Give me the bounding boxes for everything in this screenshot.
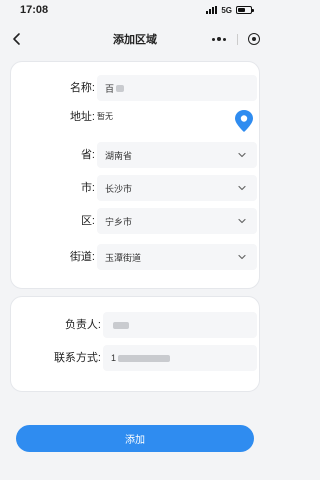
address-label: 地址: <box>69 111 95 123</box>
province-row: 省: 湖南省 <box>11 142 261 168</box>
district-row: 区: 宁乡市 <box>11 208 261 234</box>
city-select[interactable]: 长沙市 <box>97 175 257 201</box>
province-value: 湖南省 <box>105 150 133 161</box>
address-card: 名称: 百 地址: 暂无 省: 湖南省 市: 长沙市 区: 宁乡市 街道: 玉潭… <box>10 61 260 289</box>
contact-card: 负责人: 联系方式: 1 <box>10 296 260 392</box>
phone-label: 联系方式: <box>53 352 101 364</box>
phone-blur <box>118 354 171 362</box>
phone-value-masked: 1 <box>111 353 171 363</box>
phone-input[interactable]: 1 <box>103 345 257 371</box>
close-target-icon[interactable] <box>248 33 260 45</box>
capsule-divider <box>236 33 238 45</box>
status-time: 17:08 <box>20 4 49 16</box>
street-value: 玉潭街道 <box>105 252 142 263</box>
network-type: 5G <box>221 5 232 15</box>
add-button[interactable]: 添加 <box>16 425 254 452</box>
person-label: 负责人: <box>64 319 101 331</box>
district-label: 区: <box>80 215 95 227</box>
person-blur <box>113 321 129 329</box>
person-input[interactable] <box>103 312 257 338</box>
province-label: 省: <box>80 149 95 161</box>
more-dots-icon[interactable] <box>212 37 226 41</box>
name-label: 名称: <box>69 82 95 94</box>
nav-bar: 添加区域 <box>0 24 270 54</box>
person-value-masked <box>111 321 129 329</box>
address-value: 暂无 <box>97 112 113 121</box>
street-label: 街道: <box>69 251 95 263</box>
name-blur <box>116 84 125 92</box>
signal-icon <box>206 6 218 14</box>
phone-value: 1 <box>111 353 117 363</box>
street-row: 街道: 玉潭街道 <box>11 244 261 270</box>
page-title: 添加区域 <box>113 34 157 46</box>
mini-program-capsule <box>202 29 264 49</box>
city-value: 长沙市 <box>105 183 133 194</box>
province-select[interactable]: 湖南省 <box>97 142 257 168</box>
name-value-masked: 百 <box>105 82 125 95</box>
battery-icon <box>236 6 254 14</box>
name-row: 名称: 百 <box>11 75 261 101</box>
street-select[interactable]: 玉潭街道 <box>97 244 257 270</box>
chevron-down-icon <box>238 218 246 224</box>
chevron-down-icon <box>238 185 246 191</box>
city-label: 市: <box>80 182 95 194</box>
district-select[interactable]: 宁乡市 <box>97 208 257 234</box>
address-row: 地址: 暂无 <box>11 104 261 130</box>
status-bar: 17:08 5G <box>0 0 270 20</box>
back-arrow-icon[interactable] <box>10 32 24 46</box>
chevron-down-icon <box>238 152 246 158</box>
city-row: 市: 长沙市 <box>11 175 261 201</box>
phone-row: 联系方式: 1 <box>11 345 261 371</box>
chevron-down-icon <box>238 254 246 260</box>
location-pin-icon[interactable] <box>233 109 255 133</box>
name-input[interactable]: 百 <box>97 75 257 101</box>
district-value: 宁乡市 <box>105 216 133 227</box>
status-icons: 5G <box>206 5 254 15</box>
name-value: 百 <box>105 83 115 94</box>
person-row: 负责人: <box>11 312 261 338</box>
